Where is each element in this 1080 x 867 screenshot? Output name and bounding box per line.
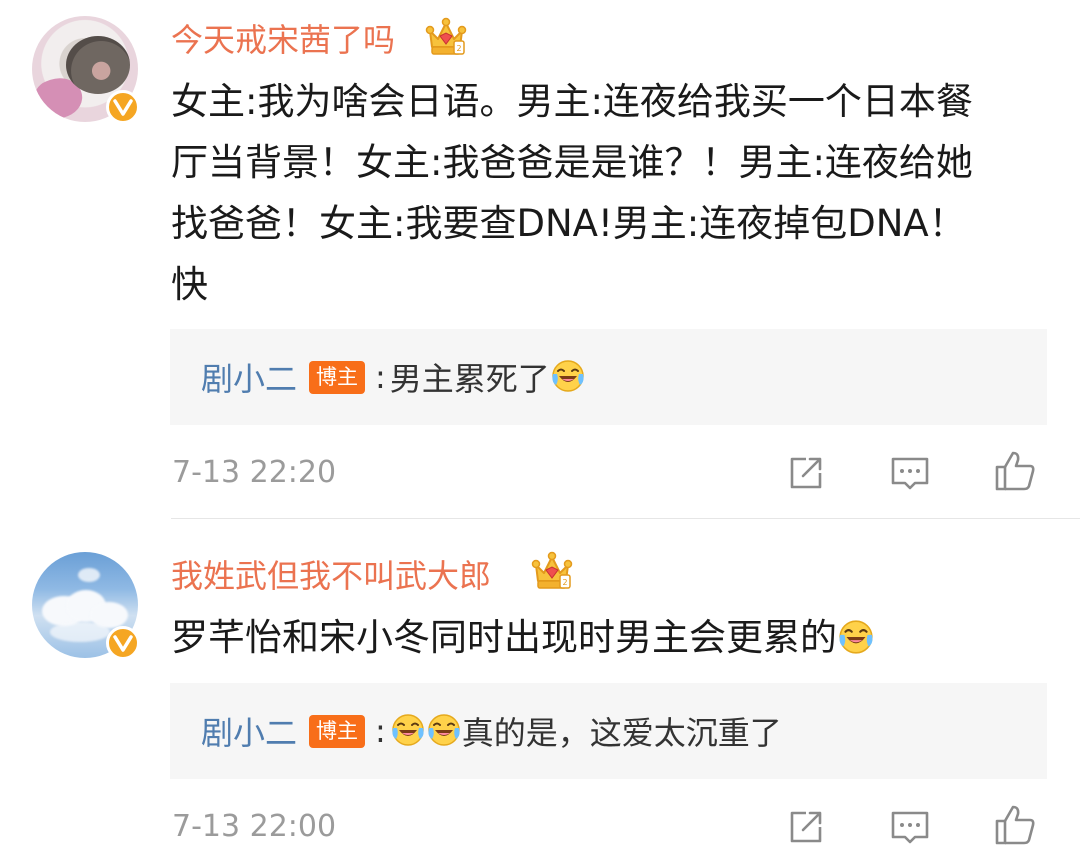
- crown-icon: [424, 17, 468, 59]
- reply-box[interactable]: 剧小二 博主 : 男主累死了: [170, 329, 1047, 425]
- comment-text-line: 快: [171, 263, 208, 306]
- crown-icon: [530, 551, 574, 593]
- avatar[interactable]: [32, 552, 140, 660]
- comment-icon[interactable]: [888, 805, 932, 849]
- comment-text-line-wrap: 罗芊怡和宋小冬同时出现时男主会更累的: [171, 607, 1051, 668]
- comment-text: 女主:我为啥会日语。男主:连夜给我买一个日本餐 厅当背景！女主:我爸爸是是谁？！…: [171, 71, 1051, 315]
- reply-line: 剧小二 博主 : 男主累死了: [201, 329, 586, 425]
- avatar[interactable]: [32, 16, 140, 124]
- reply-author[interactable]: 剧小二: [201, 708, 297, 754]
- timestamp: 7-13 22:00: [172, 809, 337, 844]
- reply-text: 男主累死了: [389, 360, 550, 398]
- reply-box[interactable]: 剧小二 博主 : 真的是，这爱太沉重了: [170, 683, 1047, 779]
- reply-separator: :: [375, 358, 386, 396]
- comment-text-line: 厅当背景！女主:我爸爸是是谁？！男主:连夜给她: [171, 141, 973, 184]
- comment-text: 罗芊怡和宋小冬同时出现时男主会更累的: [171, 607, 1051, 668]
- username[interactable]: 我姓武但我不叫武大郎: [171, 556, 491, 596]
- laughing-crying-emoji-icon: [837, 618, 875, 656]
- verified-v-icon: [106, 90, 140, 124]
- comment-item: 今天戒宋茜了吗 女主:我为啥会日语。男主:连夜给我买一个日本餐 厅当背景！女主:…: [0, 0, 1080, 518]
- reply-author[interactable]: 剧小二: [201, 354, 297, 400]
- share-icon[interactable]: [784, 451, 828, 495]
- share-icon[interactable]: [784, 805, 828, 849]
- comment-text-line: 女主:我为啥会日语。男主:连夜给我买一个日本餐: [171, 80, 973, 123]
- reply-text: 真的是，这爱太沉重了: [461, 714, 782, 752]
- blogger-badge: 博主: [309, 714, 366, 748]
- thumbs-up-icon[interactable]: [993, 449, 1037, 493]
- username[interactable]: 今天戒宋茜了吗: [171, 20, 395, 60]
- blogger-badge: 博主: [309, 360, 366, 394]
- comment-list: 今天戒宋茜了吗 女主:我为啥会日语。男主:连夜给我买一个日本餐 厅当背景！女主:…: [0, 0, 1080, 867]
- laughing-crying-emoji-icon: [426, 712, 462, 748]
- comment-text-line: 罗芊怡和宋小冬同时出现时男主会更累的: [171, 616, 837, 659]
- comment-icon[interactable]: [888, 451, 932, 495]
- reply-separator: :: [375, 712, 386, 750]
- laughing-crying-emoji-icon: [390, 712, 426, 748]
- verified-v-icon: [106, 626, 140, 660]
- comment-text-line: 找爸爸！女主:我要查DNA!男主:连夜掉包DNA！: [171, 202, 966, 245]
- thumbs-up-icon[interactable]: [993, 803, 1037, 847]
- timestamp: 7-13 22:20: [172, 455, 337, 490]
- comment-item: 我姓武但我不叫武大郎 罗芊怡和宋小冬同时出现时男主会更累的 剧小二 博主 : 真…: [0, 519, 1080, 867]
- reply-line: 剧小二 博主 : 真的是，这爱太沉重了: [201, 683, 782, 779]
- laughing-crying-emoji-icon: [550, 358, 586, 394]
